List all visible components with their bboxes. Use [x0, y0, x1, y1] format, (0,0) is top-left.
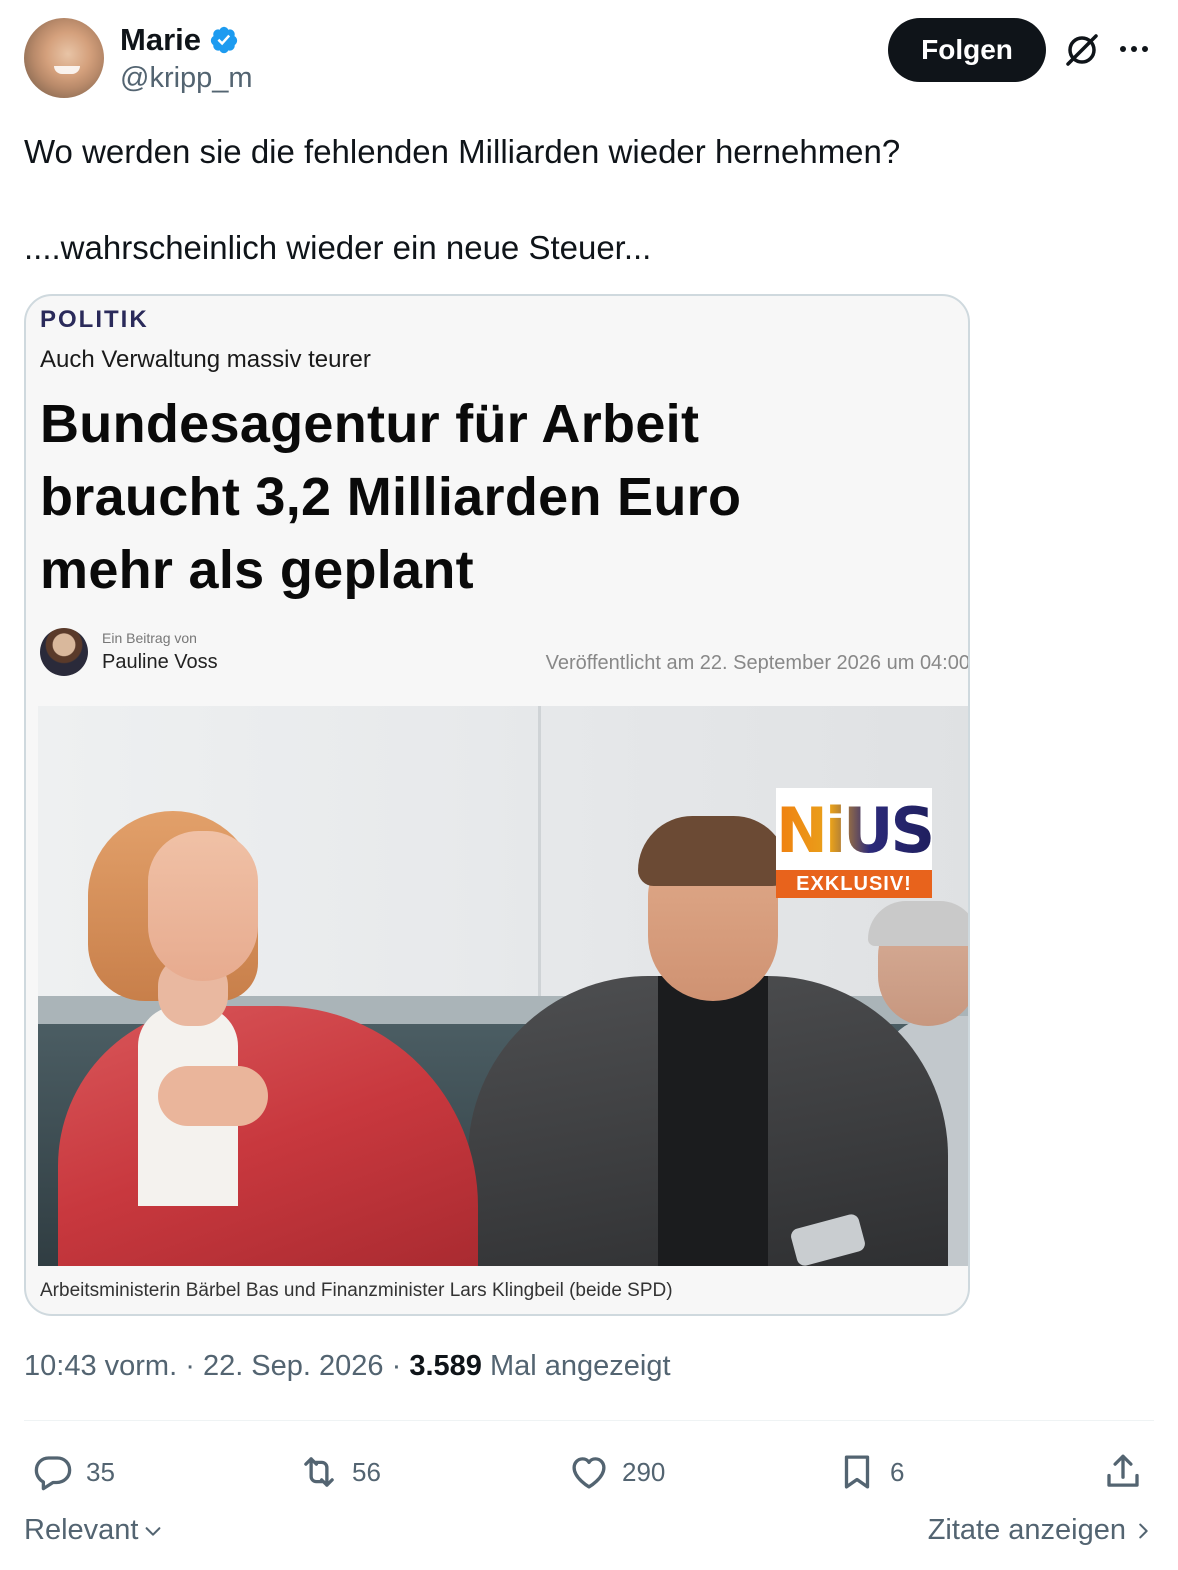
tweet-date[interactable]: 22. Sep. 2026 — [203, 1350, 384, 1382]
like-button[interactable]: 290 — [568, 1444, 665, 1500]
name-row: Marie — [120, 22, 239, 58]
chevron-down-icon — [146, 1526, 161, 1536]
view-count-label: Mal angezeigt — [489, 1350, 671, 1382]
meta-separator-2: · — [391, 1350, 402, 1382]
headline-line-2: braucht 3,2 Milliarden Euro — [40, 467, 742, 527]
author-avatar[interactable] — [24, 18, 104, 98]
sort-replies-button[interactable]: Relevant — [24, 1514, 164, 1547]
photo-woman-hand — [158, 1066, 268, 1126]
author-handle[interactable]: @kripp_m — [120, 62, 253, 95]
article-author-avatar — [40, 628, 88, 676]
nius-exklusiv-badge: NiUS EXKLUSIV! — [776, 788, 935, 898]
divider — [24, 1420, 1154, 1421]
article-kicker: POLITIK — [40, 306, 149, 333]
photo-wall-seam — [538, 706, 541, 1006]
photo-man-shirt — [658, 976, 768, 1266]
tweet-meta: 10:43 vorm. · 22. Sep. 2026 · 3.589 Mal … — [24, 1350, 671, 1383]
repost-count: 56 — [352, 1456, 381, 1487]
bookmark-button[interactable]: 6 — [836, 1444, 904, 1500]
tweet-text-line-2: ....wahrscheinlich wieder ein neue Steue… — [24, 229, 652, 266]
action-bar: 35 56 290 6 — [24, 1444, 1154, 1500]
photo-man-hair — [638, 816, 788, 886]
photo-person-background-hair — [868, 901, 968, 946]
sort-label: Relevant — [24, 1514, 139, 1546]
reply-icon — [34, 1456, 72, 1491]
tweet-text-line-1: Wo werden sie die fehlenden Milliarden w… — [24, 133, 901, 170]
like-count: 290 — [622, 1456, 666, 1487]
photo-woman-face — [148, 831, 258, 981]
photo-caption: Arbeitsministerin Bärbel Bas und Finanzm… — [40, 1280, 673, 1301]
heart-icon — [572, 1457, 606, 1489]
bookmark-icon — [844, 1455, 870, 1489]
repost-icon — [304, 1457, 334, 1487]
follow-button[interactable]: Folgen — [888, 18, 1046, 82]
article-by-label: Ein Beitrag von — [102, 630, 197, 646]
quotes-label: Zitate anzeigen — [927, 1514, 1126, 1546]
repost-button[interactable]: 56 — [298, 1444, 381, 1500]
article-published-date: Veröffentlicht am 22. September 2026 um … — [545, 652, 970, 674]
chevron-right-icon — [1139, 1523, 1148, 1538]
article-author-name: Pauline Voss — [102, 651, 218, 673]
share-icon — [1107, 1454, 1139, 1487]
meta-separator-1: · — [185, 1350, 195, 1382]
article-photo: NiUS EXKLUSIV! — [38, 706, 968, 1266]
headline-line-1: Bundesagentur für Arbeit — [40, 394, 700, 454]
more-options-icon[interactable] — [1114, 34, 1154, 64]
view-quotes-link[interactable]: Zitate anzeigen — [928, 1514, 1154, 1547]
verified-badge-icon — [210, 26, 238, 54]
view-count: 3.589 — [409, 1350, 482, 1382]
article-subhead: Auch Verwaltung massiv teurer — [40, 346, 371, 373]
bookmark-count: 6 — [890, 1456, 905, 1487]
grok-icon[interactable] — [1062, 30, 1102, 70]
reply-button[interactable]: 35 — [32, 1444, 115, 1500]
nius-logo: NiUS — [776, 794, 935, 867]
article-headline: Bundesagentur für Arbeit braucht 3,2 Mil… — [40, 388, 940, 607]
share-button[interactable] — [1102, 1444, 1144, 1500]
author-display-name[interactable]: Marie — [120, 22, 201, 58]
exklusiv-tag: EXKLUSIV! — [776, 870, 932, 898]
tweet-text: Wo werden sie die fehlenden Milliarden w… — [24, 128, 1144, 320]
tweet-header: Marie @kripp_m Folgen — [24, 18, 1154, 100]
tweet-time[interactable]: 10:43 vorm. — [24, 1350, 177, 1382]
tweet-media-image[interactable]: POLITIK Auch Verwaltung massiv teurer Bu… — [24, 294, 970, 1316]
reply-count: 35 — [86, 1456, 115, 1487]
headline-line-3: mehr als geplant — [40, 540, 474, 600]
